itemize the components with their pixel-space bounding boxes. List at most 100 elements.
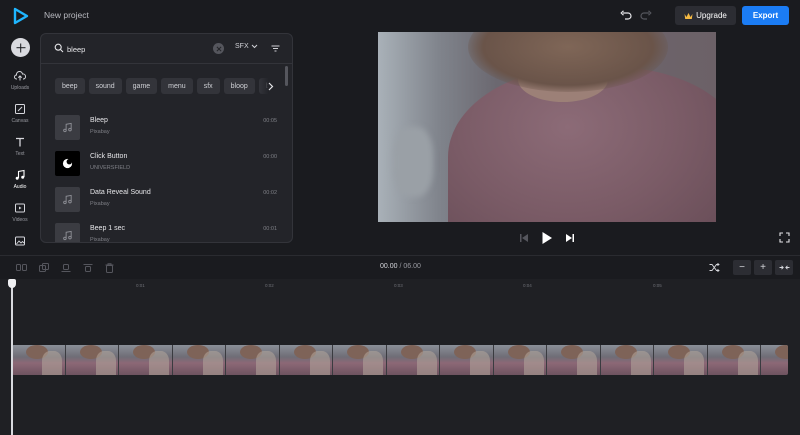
category-select-value: SFX bbox=[235, 43, 249, 50]
align-bottom-button[interactable] bbox=[57, 261, 75, 274]
current-time: 00.00 bbox=[380, 263, 398, 270]
clip-frame bbox=[654, 345, 708, 375]
total-time: 06.00 bbox=[403, 263, 421, 270]
tag-chip[interactable]: menu bbox=[161, 78, 193, 94]
clip-frame bbox=[12, 345, 66, 375]
playback-controls bbox=[378, 228, 716, 248]
tag-list: beep sound game menu sfx bloop bl bbox=[55, 78, 279, 94]
music-note-icon bbox=[63, 194, 72, 205]
clip-frame bbox=[761, 345, 788, 375]
tag-chip[interactable]: sound bbox=[88, 78, 122, 94]
list-item[interactable]: Bleep Pixabay 00:05 bbox=[55, 115, 277, 141]
time-readout: 00.00 / 06.00 bbox=[380, 263, 421, 270]
search-row: SFX bbox=[41, 34, 292, 64]
tag-chip[interactable]: game bbox=[125, 78, 158, 94]
redo-icon[interactable] bbox=[639, 9, 653, 23]
filter-icon[interactable] bbox=[270, 43, 281, 54]
search-input[interactable] bbox=[67, 42, 207, 56]
nav-item-audio[interactable]: Audio bbox=[0, 169, 40, 197]
video-icon bbox=[15, 203, 25, 213]
video-preview[interactable] bbox=[378, 32, 716, 222]
upgrade-button[interactable]: Upgrade bbox=[675, 6, 736, 25]
clip-frame bbox=[493, 345, 547, 375]
tag-chip[interactable]: bloop bbox=[223, 78, 255, 94]
app-logo-icon[interactable] bbox=[12, 7, 30, 25]
search-icon bbox=[54, 43, 64, 53]
sound-thumbnail bbox=[55, 151, 80, 176]
upgrade-label: Upgrade bbox=[696, 11, 727, 20]
sound-author: Pixabay bbox=[90, 237, 110, 243]
zoom-in-button[interactable]: + bbox=[754, 260, 772, 275]
audio-panel: SFX beep sound game menu sfx bloop bl Bl… bbox=[40, 33, 293, 243]
tags-next-button[interactable] bbox=[259, 77, 283, 95]
add-media-button[interactable] bbox=[11, 38, 30, 57]
duplicate-icon bbox=[39, 262, 49, 272]
sound-duration: 00:00 bbox=[263, 154, 277, 160]
fullscreen-icon[interactable] bbox=[779, 232, 790, 243]
nav-label-uploads: Uploads bbox=[10, 85, 30, 91]
sound-thumbnail bbox=[55, 187, 80, 212]
sound-title: Click Button bbox=[90, 153, 128, 160]
split-button[interactable] bbox=[12, 261, 30, 274]
nav-label-text: Text bbox=[15, 151, 25, 157]
nav-item-uploads[interactable]: Uploads bbox=[0, 70, 40, 98]
skip-forward-icon[interactable] bbox=[565, 233, 575, 243]
shuffle-icon bbox=[709, 263, 720, 272]
sound-duration: 00:01 bbox=[263, 226, 277, 232]
nav-label-videos: Videos bbox=[12, 217, 28, 223]
fit-width-icon bbox=[779, 265, 789, 270]
duplicate-button[interactable] bbox=[35, 261, 53, 274]
chevron-down-icon bbox=[251, 44, 257, 49]
top-bar: New project Upgrade Export bbox=[0, 0, 800, 32]
sound-duration: 00:02 bbox=[263, 190, 277, 196]
align-bottom-icon bbox=[61, 263, 71, 272]
nav-label-canvas: Canvas bbox=[11, 118, 29, 124]
project-title[interactable]: New project bbox=[44, 10, 89, 20]
split-icon bbox=[15, 264, 27, 271]
video-clip[interactable] bbox=[12, 345, 788, 375]
fit-timeline-button[interactable] bbox=[775, 260, 793, 275]
list-item[interactable]: Data Reveal Sound Pixabay 00:02 bbox=[55, 187, 277, 213]
music-note-icon bbox=[63, 230, 72, 241]
sound-thumbnail bbox=[55, 223, 80, 242]
universfield-logo-icon bbox=[62, 158, 73, 169]
panel-scrollbar[interactable] bbox=[285, 66, 288, 86]
nav-item-text[interactable]: Text bbox=[0, 136, 40, 164]
music-note-icon bbox=[15, 169, 25, 180]
nav-item-canvas[interactable]: Canvas bbox=[0, 103, 40, 131]
clip-frame bbox=[279, 345, 333, 375]
sound-author: UNIVERSFIELD bbox=[90, 165, 131, 171]
export-button[interactable]: Export bbox=[742, 6, 789, 25]
clip-frame bbox=[172, 345, 226, 375]
trash-icon bbox=[105, 262, 113, 273]
ruler-label: 0:01 bbox=[136, 283, 145, 288]
clip-frame bbox=[226, 345, 280, 375]
list-item[interactable]: Click Button UNIVERSFIELD 00:00 bbox=[55, 151, 277, 177]
chevron-right-icon bbox=[268, 82, 274, 90]
ruler-label: 0:05 bbox=[653, 283, 662, 288]
canvas-icon bbox=[15, 104, 25, 114]
ruler-label: 0:03 bbox=[394, 283, 403, 288]
clip-frame bbox=[707, 345, 761, 375]
align-top-button[interactable] bbox=[79, 261, 97, 274]
sound-title: Bleep bbox=[90, 117, 108, 124]
delete-button[interactable] bbox=[100, 261, 118, 274]
zoom-out-button[interactable]: − bbox=[733, 260, 751, 275]
undo-icon[interactable] bbox=[619, 9, 633, 23]
tag-chip[interactable]: sfx bbox=[196, 78, 220, 94]
timeline[interactable]: 0 0:01 0:02 0:03 0:04 0:05 bbox=[0, 279, 800, 435]
playhead-handle[interactable] bbox=[8, 279, 16, 288]
skip-back-icon[interactable] bbox=[519, 233, 529, 243]
nav-item-videos[interactable]: Videos bbox=[0, 202, 40, 230]
tag-chip[interactable]: beep bbox=[55, 78, 85, 94]
sound-author: Pixabay bbox=[90, 201, 110, 207]
play-icon[interactable] bbox=[541, 231, 553, 245]
list-item[interactable]: Beep 1 sec Pixabay 00:01 bbox=[55, 223, 277, 243]
playhead[interactable] bbox=[11, 279, 13, 435]
time-separator: / bbox=[399, 263, 402, 270]
clip-frame bbox=[65, 345, 119, 375]
clear-search-icon[interactable] bbox=[213, 43, 224, 54]
shuffle-button[interactable] bbox=[705, 261, 723, 274]
clip-frame bbox=[386, 345, 440, 375]
category-select[interactable]: SFX bbox=[235, 43, 258, 50]
